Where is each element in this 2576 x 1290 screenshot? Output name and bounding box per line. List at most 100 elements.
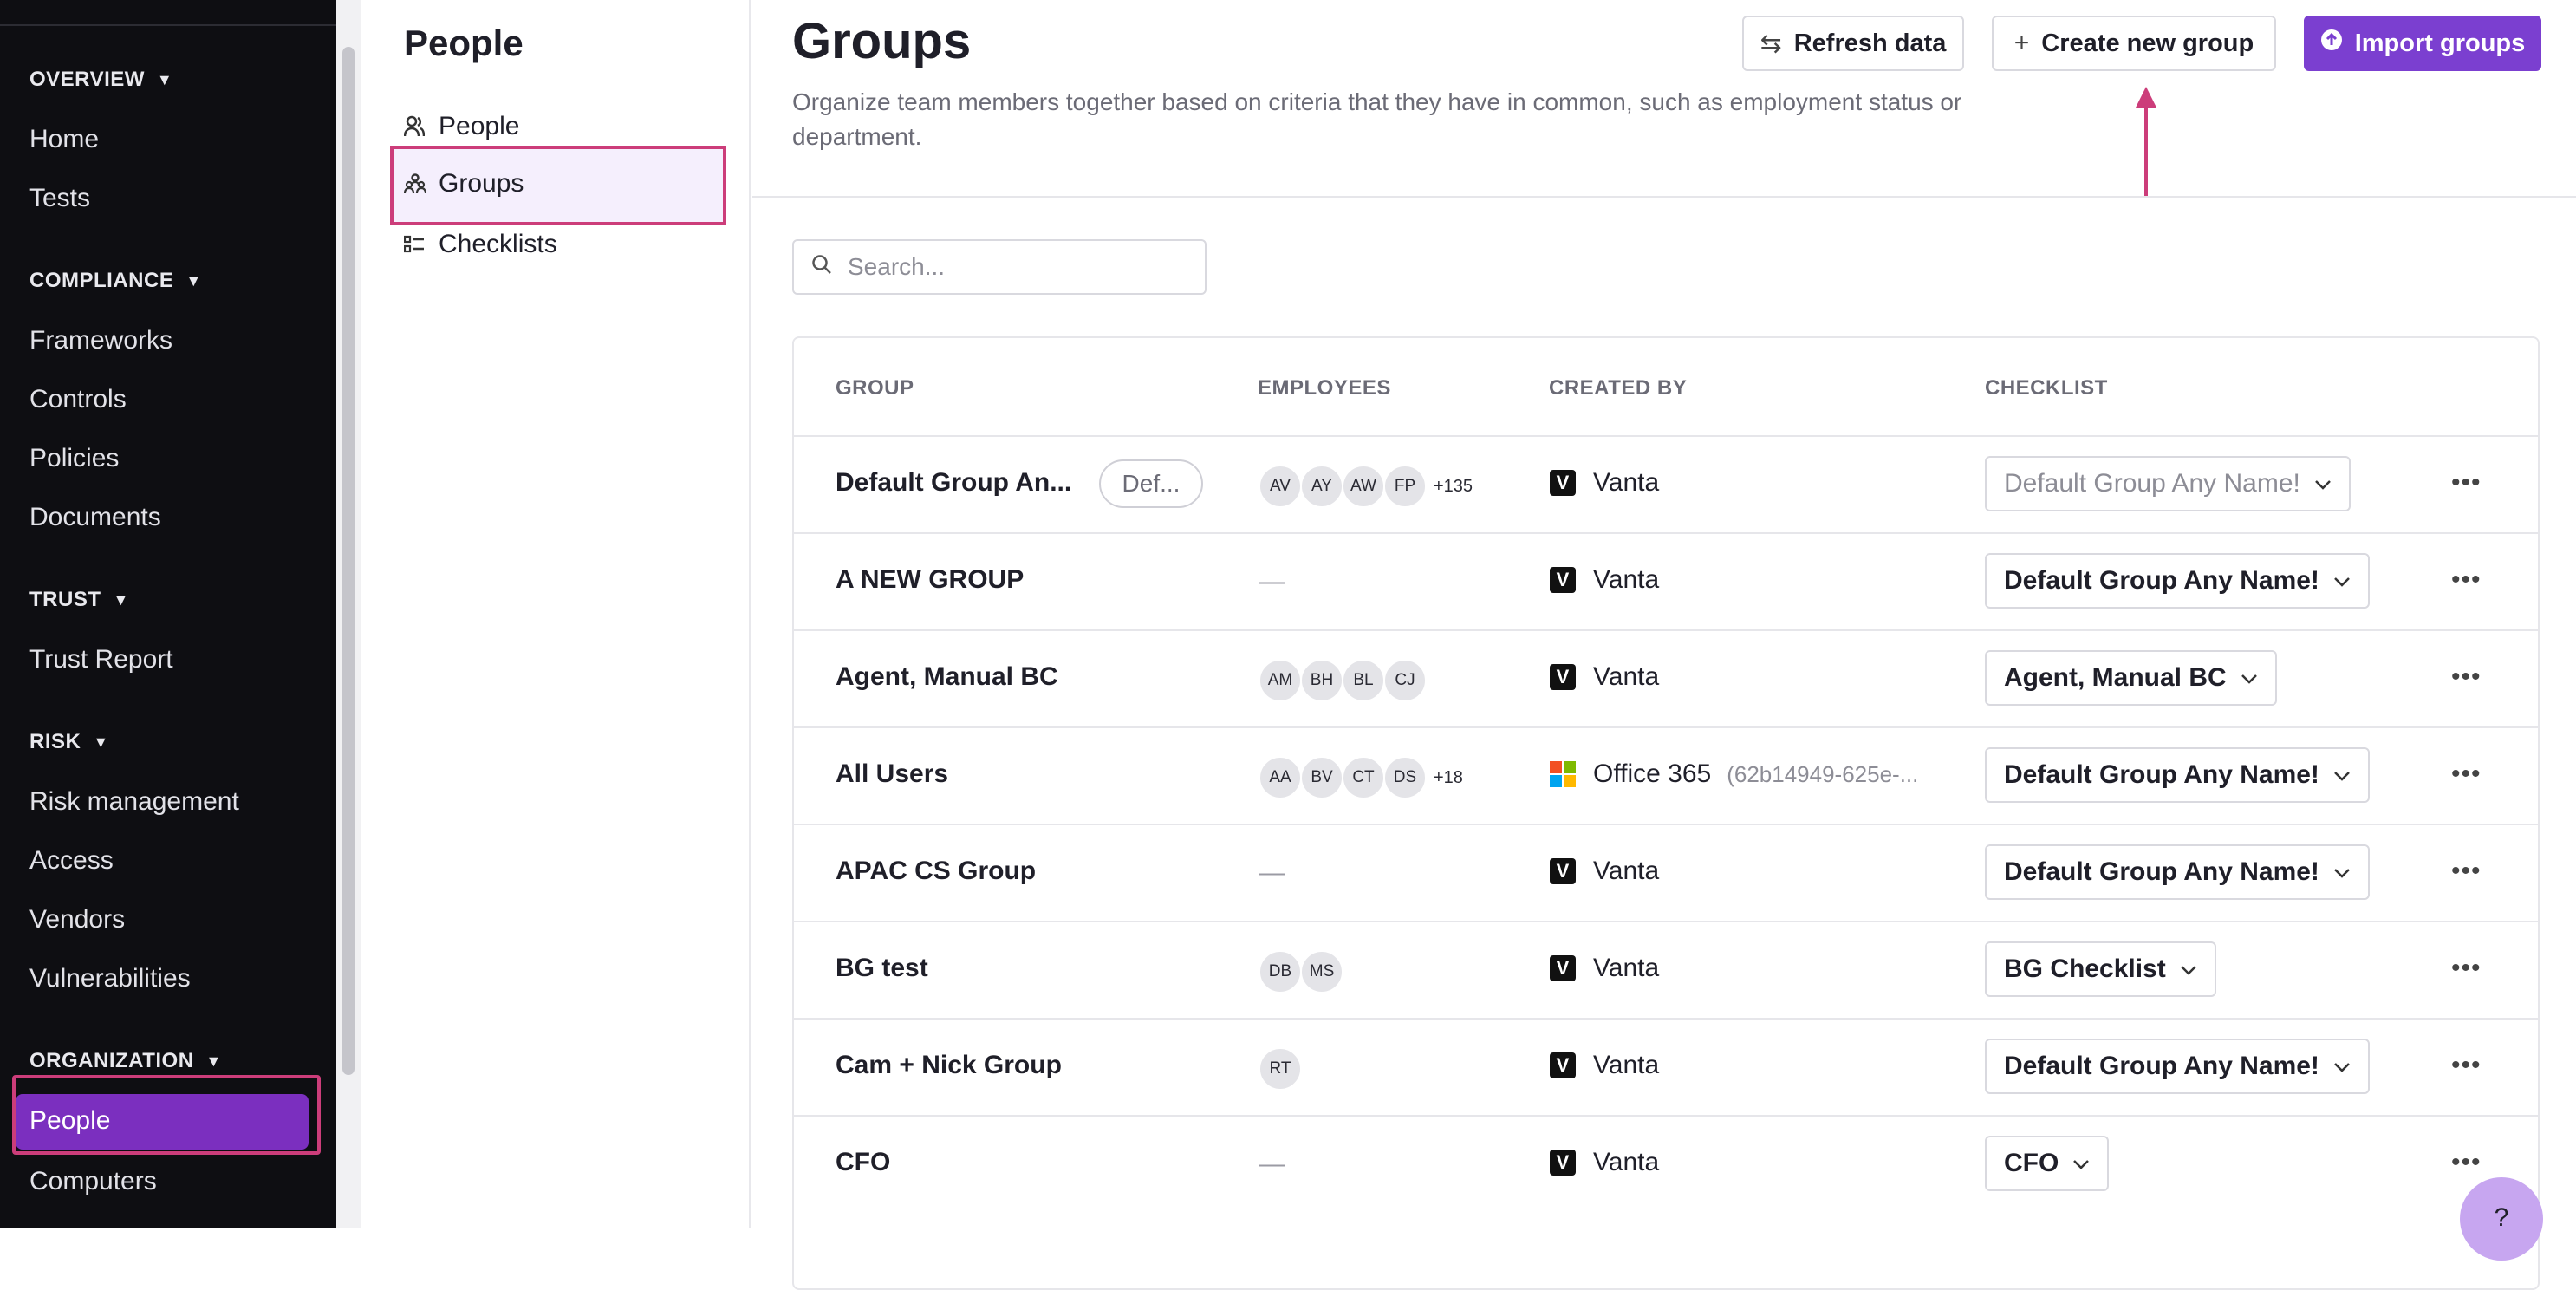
row-actions-menu[interactable]: ••• [2451, 1051, 2482, 1080]
more-horizontal-icon: ••• [2451, 565, 2482, 594]
row-actions-menu[interactable]: ••• [2451, 954, 2482, 983]
search-field[interactable] [792, 239, 1207, 295]
sidebar-item-access[interactable]: Access [29, 846, 114, 876]
employee-avatars[interactable]: DB MS [1259, 950, 1343, 994]
subnav-item-people[interactable]: People [404, 102, 733, 151]
sidebar-item-vendors[interactable]: Vendors [29, 905, 125, 935]
avatar[interactable]: AY [1300, 465, 1343, 508]
employee-avatars[interactable]: AM BH BL CJ [1259, 659, 1427, 702]
sidebar-item-vulnerabilities[interactable]: Vulnerabilities [29, 964, 191, 994]
checklist-select[interactable]: Default Group Any Name! [1985, 553, 2370, 609]
column-header-checklist[interactable]: CHECKLIST [1985, 376, 2108, 401]
checklist-value: CFO [2004, 1149, 2059, 1177]
avatar[interactable]: RT [1259, 1047, 1302, 1091]
checklist-select[interactable]: Default Group Any Name! [1985, 844, 2370, 900]
chevron-down-icon [2333, 1055, 2351, 1078]
checklist-select[interactable]: Agent, Manual BC [1985, 650, 2277, 706]
row-actions-menu[interactable]: ••• [2451, 565, 2482, 595]
avatar[interactable]: AW [1342, 465, 1385, 508]
search-input[interactable] [848, 253, 1177, 281]
sidebar-section-overview[interactable]: OVERVIEW ▼ [29, 68, 172, 92]
sidebar-item-documents[interactable]: Documents [29, 503, 161, 532]
employee-avatars[interactable]: RT [1259, 1047, 1302, 1091]
sidebar-scrollbar-thumb[interactable] [342, 47, 355, 1075]
checklist-select[interactable]: Default Group Any Name! [1985, 1039, 2370, 1094]
avatar[interactable]: CJ [1383, 659, 1427, 702]
sidebar-item-people[interactable]: People [16, 1094, 309, 1150]
group-name[interactable]: APAC CS Group [836, 857, 1036, 886]
group-name[interactable]: Default Group An... [836, 468, 1071, 498]
table-row[interactable]: All Users AA BV CT DS +18 Office 365 (62b14949-… [794, 726, 2538, 824]
table-row[interactable]: Default Group An... Def... AV AY AW FP +135 V Va… [794, 435, 2538, 532]
avatar[interactable]: MS [1300, 950, 1343, 994]
avatar[interactable]: AV [1259, 465, 1302, 508]
column-header-created-by[interactable]: CREATED BY [1549, 376, 1687, 401]
subnav-item-checklists[interactable]: Checklists [404, 220, 733, 269]
help-button[interactable]: ? [2460, 1177, 2543, 1261]
table-row[interactable]: CFO — V Vanta CFO ••• [794, 1115, 2538, 1212]
employee-avatars[interactable]: AA BV CT DS +18 [1259, 756, 1463, 799]
employee-avatars[interactable]: AV AY AW FP +135 [1259, 465, 1473, 508]
sidebar-item-trust-report[interactable]: Trust Report [29, 645, 173, 674]
sidebar-section-risk[interactable]: RISK ▼ [29, 730, 109, 754]
checklist-value: Agent, Manual BC [2004, 663, 2227, 692]
sidebar-item-controls[interactable]: Controls [29, 385, 127, 414]
avatar[interactable]: FP [1383, 465, 1427, 508]
sidebar-item-risk-management[interactable]: Risk management [29, 787, 239, 817]
sidebar-item-tests[interactable]: Tests [29, 184, 90, 213]
table-row[interactable]: APAC CS Group — V Vanta Default Group Any Na… [794, 824, 2538, 921]
avatar[interactable]: DB [1259, 950, 1302, 994]
sidebar-section-compliance[interactable]: COMPLIANCE ▼ [29, 269, 202, 293]
table-row[interactable]: Cam + Nick Group RT V Vanta Default Group An… [794, 1018, 2538, 1115]
checklist-select[interactable]: Default Group Any Name! [1985, 747, 2370, 803]
avatar[interactable]: BH [1300, 659, 1343, 702]
avatar[interactable]: AA [1259, 756, 1302, 799]
more-employees-count[interactable]: +135 [1434, 477, 1473, 497]
row-actions-menu[interactable]: ••• [2451, 468, 2482, 498]
checklist-select[interactable]: BG Checklist [1985, 941, 2216, 997]
no-employees-dash: — [1259, 858, 1285, 887]
sidebar-section-trust[interactable]: TRUST ▼ [29, 588, 129, 612]
row-actions-menu[interactable]: ••• [2451, 759, 2482, 789]
group-name[interactable]: A NEW GROUP [836, 565, 1024, 595]
table-row[interactable]: Agent, Manual BC AM BH BL CJ V Vanta Agent, Man… [794, 629, 2538, 726]
avatar[interactable]: CT [1342, 756, 1385, 799]
row-actions-menu[interactable]: ••• [2451, 662, 2482, 692]
group-name[interactable]: All Users [836, 759, 948, 789]
table-row[interactable]: BG test DB MS V Vanta BG Checklist ••• [794, 921, 2538, 1018]
sidebar-item-policies[interactable]: Policies [29, 444, 119, 473]
row-actions-menu[interactable]: ••• [2451, 857, 2482, 886]
avatar[interactable]: AM [1259, 659, 1302, 702]
vanta-logo-icon: V [1550, 664, 1576, 690]
group-name[interactable]: Cam + Nick Group [836, 1051, 1062, 1080]
creator-name: Vanta [1593, 954, 1660, 982]
table-row[interactable]: A NEW GROUP — V Vanta Default Group Any Name… [794, 532, 2538, 629]
avatar[interactable]: BV [1300, 756, 1343, 799]
group-name[interactable]: CFO [836, 1148, 890, 1177]
sidebar-item-label: People [29, 1106, 111, 1135]
default-group-tag: Def... [1099, 459, 1203, 508]
row-actions-menu[interactable]: ••• [2451, 1148, 2482, 1177]
subnav-item-groups-content[interactable]: Groups [404, 160, 733, 208]
checklist-select[interactable]: CFO [1985, 1136, 2110, 1191]
sidebar-item-computers[interactable]: Computers [29, 1167, 157, 1196]
more-employees-count[interactable]: +18 [1434, 768, 1463, 788]
more-horizontal-icon: ••• [2451, 1148, 2482, 1176]
import-groups-button[interactable]: Import groups [2304, 16, 2541, 71]
created-by: V Vanta [1550, 565, 1659, 595]
column-header-group[interactable]: GROUP [836, 376, 914, 401]
sidebar-section-organization[interactable]: ORGANIZATION ▼ [29, 1049, 222, 1073]
avatar[interactable]: DS [1383, 756, 1427, 799]
refresh-data-button[interactable]: ⇆ Refresh data [1742, 16, 1964, 71]
caret-down-icon: ▼ [113, 590, 129, 609]
create-new-group-button[interactable]: + Create new group [1992, 16, 2276, 71]
sidebar-item-frameworks[interactable]: Frameworks [29, 326, 172, 355]
group-name[interactable]: BG test [836, 954, 928, 983]
refresh-icon: ⇆ [1760, 29, 1782, 58]
group-name[interactable]: Agent, Manual BC [836, 662, 1058, 692]
sidebar-item-home[interactable]: Home [29, 125, 99, 154]
avatar[interactable]: BL [1342, 659, 1385, 702]
created-by: V Vanta [1550, 1051, 1659, 1080]
column-header-employees[interactable]: EMPLOYEES [1258, 376, 1391, 401]
checklist-select[interactable]: Default Group Any Name! [1985, 456, 2351, 511]
